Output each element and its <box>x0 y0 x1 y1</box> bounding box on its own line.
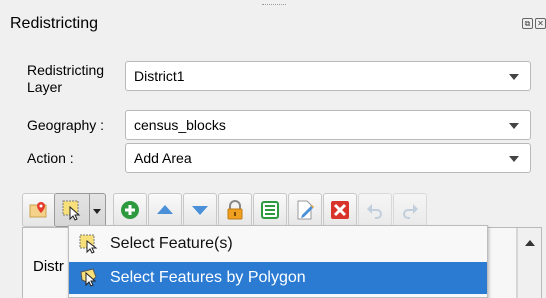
close-icon[interactable]: ✕ <box>535 18 546 29</box>
redo-button[interactable] <box>393 193 427 227</box>
chevron-down-icon <box>509 123 519 129</box>
undo-icon <box>367 204 382 219</box>
select-tool-dropdown-arrow[interactable] <box>90 193 106 227</box>
menu-item-label: Select Features by Polygon <box>110 269 306 286</box>
scroll-up-icon[interactable] <box>525 240 535 246</box>
edit-button[interactable] <box>288 193 322 227</box>
menu-item-select-features[interactable]: Select Feature(s) <box>69 228 487 260</box>
toolbar <box>22 193 542 227</box>
lock-icon <box>227 200 243 220</box>
drag-handle[interactable] <box>262 4 286 6</box>
select-polygon-icon <box>80 268 97 287</box>
arrow-down-icon <box>192 206 208 215</box>
move-down-button[interactable] <box>183 193 217 227</box>
chevron-down-icon <box>509 74 519 80</box>
action-combo-value: Add Area <box>134 150 192 166</box>
plus-circle-icon <box>121 201 139 219</box>
arrow-up-icon <box>157 205 173 214</box>
delete-button[interactable] <box>323 193 357 227</box>
menu-item-label: Select Feature(s) <box>110 235 233 252</box>
layer-label-line1: Redistricting <box>27 62 105 78</box>
edit-document-icon <box>297 200 314 220</box>
layer-combo[interactable]: District1 <box>125 61 531 91</box>
panel-title: Redistricting <box>10 15 99 32</box>
vertical-scrollbar[interactable] <box>517 228 541 298</box>
attribute-table-button[interactable] <box>253 193 287 227</box>
geography-label: Geography : <box>27 117 105 133</box>
action-label: Action : <box>27 150 74 166</box>
select-feature-icon <box>62 200 81 221</box>
map-pin-button[interactable] <box>22 193 56 227</box>
select-feature-icon <box>79 234 98 254</box>
map-pin-icon <box>29 202 47 218</box>
layer-label: Redistricting Layer <box>27 62 104 96</box>
window-buttons: ⧉ ✕ <box>522 18 546 29</box>
layer-label-line2: Layer <box>27 79 63 95</box>
delete-icon <box>331 201 349 219</box>
action-combo[interactable]: Add Area <box>125 143 531 173</box>
redistricting-panel: Redistricting ⧉ ✕ Redistricting Layer Di… <box>0 0 546 298</box>
geography-combo[interactable]: census_blocks <box>125 110 531 140</box>
table-header-label: Distr <box>33 258 64 275</box>
select-tool-button[interactable] <box>54 193 90 227</box>
undo-button[interactable] <box>358 193 392 227</box>
add-button[interactable] <box>113 193 147 227</box>
chevron-down-icon <box>509 156 519 162</box>
float-icon[interactable]: ⧉ <box>522 18 533 29</box>
menu-item-select-by-polygon[interactable]: Select Features by Polygon <box>69 262 487 294</box>
table-icon <box>261 201 279 219</box>
select-tool-menu: Select Feature(s) Select Features by Pol… <box>68 225 488 298</box>
geography-combo-value: census_blocks <box>134 117 226 133</box>
redo-icon <box>403 204 418 219</box>
layer-combo-value: District1 <box>134 68 185 84</box>
lock-button[interactable] <box>218 193 252 227</box>
move-up-button[interactable] <box>148 193 182 227</box>
